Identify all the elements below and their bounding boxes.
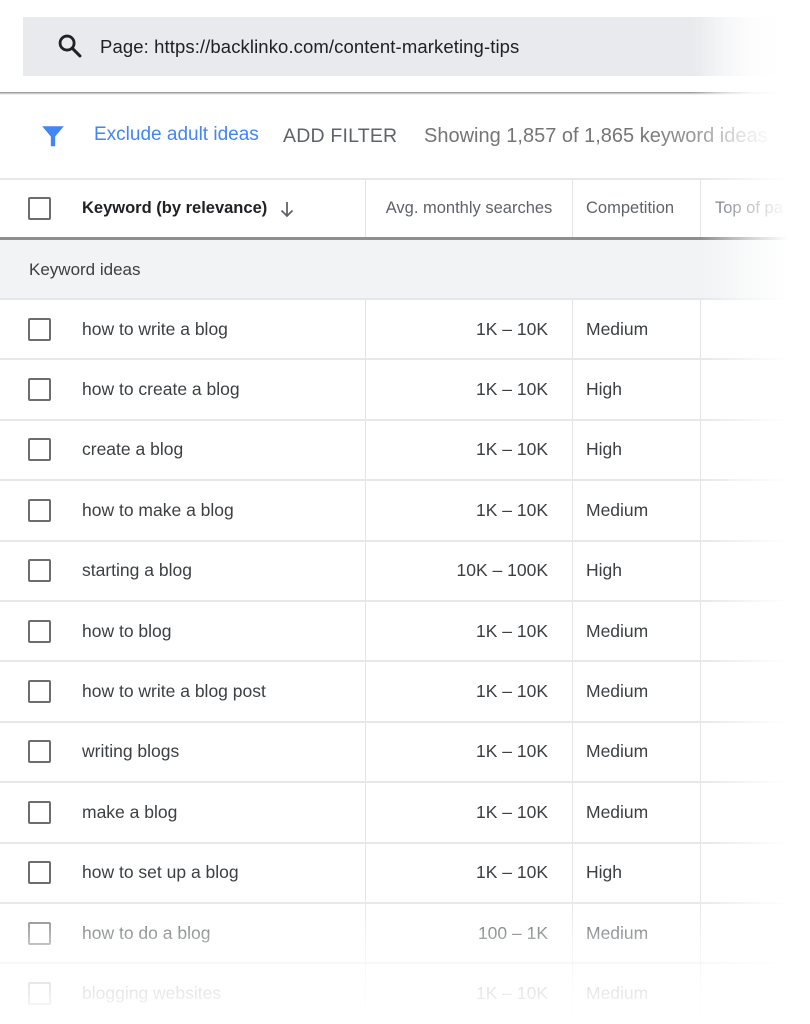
table-row[interactable]: how to make a blog 1K – 10K Medium <box>0 481 810 542</box>
row-checkbox[interactable] <box>28 317 51 341</box>
competition-cell: Medium <box>572 481 700 540</box>
search-bar[interactable]: Page: https://backlinko.com/content-mark… <box>23 17 810 76</box>
competition-cell: High <box>572 420 700 480</box>
competition-cell: Medium <box>572 964 700 1023</box>
table-row[interactable]: how to blog 1K – 10K Medium <box>0 601 810 663</box>
avg-monthly-searches-cell: 1K – 10K <box>365 783 572 842</box>
table-row[interactable]: how to write a blog 1K – 10K Medium <box>0 300 810 361</box>
avg-monthly-searches-cell: 100 – 1K <box>365 903 572 963</box>
top-of-page-bid-cell <box>700 420 810 480</box>
competition-cell: High <box>572 541 700 600</box>
avg-monthly-searches-cell: 10K – 100K <box>365 541 572 600</box>
keyword-cell: how to set up a blog <box>82 862 239 883</box>
competition-cell: Medium <box>572 903 700 963</box>
avg-monthly-searches-cell: 1K – 10K <box>365 601 572 661</box>
keyword-cell: blogging websites <box>82 982 222 1003</box>
competition-cell: Medium <box>572 783 700 842</box>
top-of-page-bid-cell <box>700 360 810 419</box>
keyword-cell: how to write a blog post <box>82 681 266 702</box>
competition-cell: High <box>572 360 700 419</box>
row-checkbox[interactable] <box>28 559 51 583</box>
top-of-page-bid-cell <box>700 903 810 963</box>
keyword-cell: create a blog <box>82 439 184 460</box>
column-header-avg-monthly-searches[interactable]: Avg. monthly searches <box>365 180 572 237</box>
top-of-page-bid-cell <box>700 601 810 661</box>
avg-monthly-searches-cell: 1K – 10K <box>365 300 572 359</box>
filter-bar: Exclude adult ideas ADD FILTER Showing 1… <box>0 110 810 166</box>
keyword-cell: how to do a blog <box>82 922 211 943</box>
add-filter-button[interactable]: ADD FILTER <box>283 125 397 148</box>
keyword-cell: how to create a blog <box>82 379 240 400</box>
avg-monthly-searches-cell: 1K – 10K <box>365 843 572 902</box>
top-of-page-bid-cell <box>700 481 810 540</box>
competition-cell: Medium <box>572 300 700 359</box>
table-row[interactable]: how to set up a blog 1K – 10K High <box>0 843 810 904</box>
row-checkbox[interactable] <box>28 438 51 462</box>
avg-monthly-searches-cell: 1K – 10K <box>365 722 572 782</box>
table-row[interactable]: how to create a blog 1K – 10K High <box>0 360 810 421</box>
exclude-adult-ideas-filter[interactable]: Exclude adult ideas <box>94 124 259 146</box>
select-all-checkbox[interactable] <box>28 197 51 220</box>
column-header-top-of-page-bid[interactable]: Top of pa <box>700 180 810 237</box>
search-icon <box>58 34 82 58</box>
avg-monthly-searches-cell: 1K – 10K <box>365 360 572 419</box>
table-row[interactable]: how to do a blog 100 – 1K Medium <box>0 903 810 965</box>
row-checkbox[interactable] <box>28 619 51 643</box>
keyword-cell: writing blogs <box>82 741 180 762</box>
top-of-page-bid-cell <box>700 964 810 1023</box>
group-header-keyword-ideas: Keyword ideas <box>0 240 810 300</box>
row-checkbox[interactable] <box>28 740 51 764</box>
top-of-page-bid-cell <box>700 662 810 721</box>
table-row[interactable]: writing blogs 1K – 10K Medium <box>0 722 810 784</box>
top-of-page-bid-cell <box>700 722 810 782</box>
column-header-keyword[interactable]: Keyword (by relevance) <box>82 180 362 237</box>
table-row[interactable]: starting a blog 10K – 100K High <box>0 541 810 602</box>
row-checkbox[interactable] <box>28 680 51 704</box>
top-of-page-bid-cell <box>700 843 810 902</box>
keyword-table: Keyword (by relevance) Avg. monthly sear… <box>0 178 810 1024</box>
row-checkbox[interactable] <box>28 800 51 824</box>
row-checkbox[interactable] <box>28 981 51 1005</box>
keyword-cell: make a blog <box>82 801 178 822</box>
avg-monthly-searches-cell: 1K – 10K <box>365 481 572 540</box>
top-of-page-bid-cell <box>700 783 810 842</box>
competition-cell: Medium <box>572 601 700 661</box>
competition-cell: Medium <box>572 662 700 721</box>
avg-monthly-searches-cell: 1K – 10K <box>365 420 572 480</box>
table-row[interactable]: create a blog 1K – 10K High <box>0 420 810 482</box>
competition-cell: High <box>572 843 700 902</box>
results-count: Showing 1,857 of 1,865 keyword ideas <box>424 125 768 147</box>
header-divider <box>0 92 800 95</box>
top-of-page-bid-cell <box>700 300 810 359</box>
table-row[interactable]: make a blog 1K – 10K Medium <box>0 783 810 844</box>
arrow-down-icon[interactable] <box>279 200 295 218</box>
table-row[interactable]: blogging websites 1K – 10K Medium <box>0 964 810 1024</box>
keyword-cell: how to make a blog <box>82 499 234 520</box>
keyword-cell: starting a blog <box>82 560 192 581</box>
keyword-cell: how to blog <box>82 620 172 641</box>
top-of-page-bid-cell <box>700 541 810 600</box>
search-input[interactable]: Page: https://backlinko.com/content-mark… <box>100 17 519 76</box>
keyword-cell: how to write a blog <box>82 318 228 339</box>
row-checkbox[interactable] <box>28 921 51 945</box>
avg-monthly-searches-cell: 1K – 10K <box>365 662 572 721</box>
competition-cell: Medium <box>572 722 700 782</box>
table-header-row: Keyword (by relevance) Avg. monthly sear… <box>0 178 810 240</box>
row-checkbox[interactable] <box>28 378 51 402</box>
avg-monthly-searches-cell: 1K – 10K <box>365 964 572 1023</box>
column-header-keyword-label: Keyword (by relevance) <box>82 199 268 217</box>
row-checkbox[interactable] <box>28 498 51 522</box>
column-header-competition[interactable]: Competition <box>572 180 700 237</box>
table-row[interactable]: how to write a blog post 1K – 10K Medium <box>0 662 810 723</box>
filter-icon[interactable] <box>40 123 66 149</box>
group-label: Keyword ideas <box>29 260 141 279</box>
row-checkbox[interactable] <box>28 861 51 885</box>
